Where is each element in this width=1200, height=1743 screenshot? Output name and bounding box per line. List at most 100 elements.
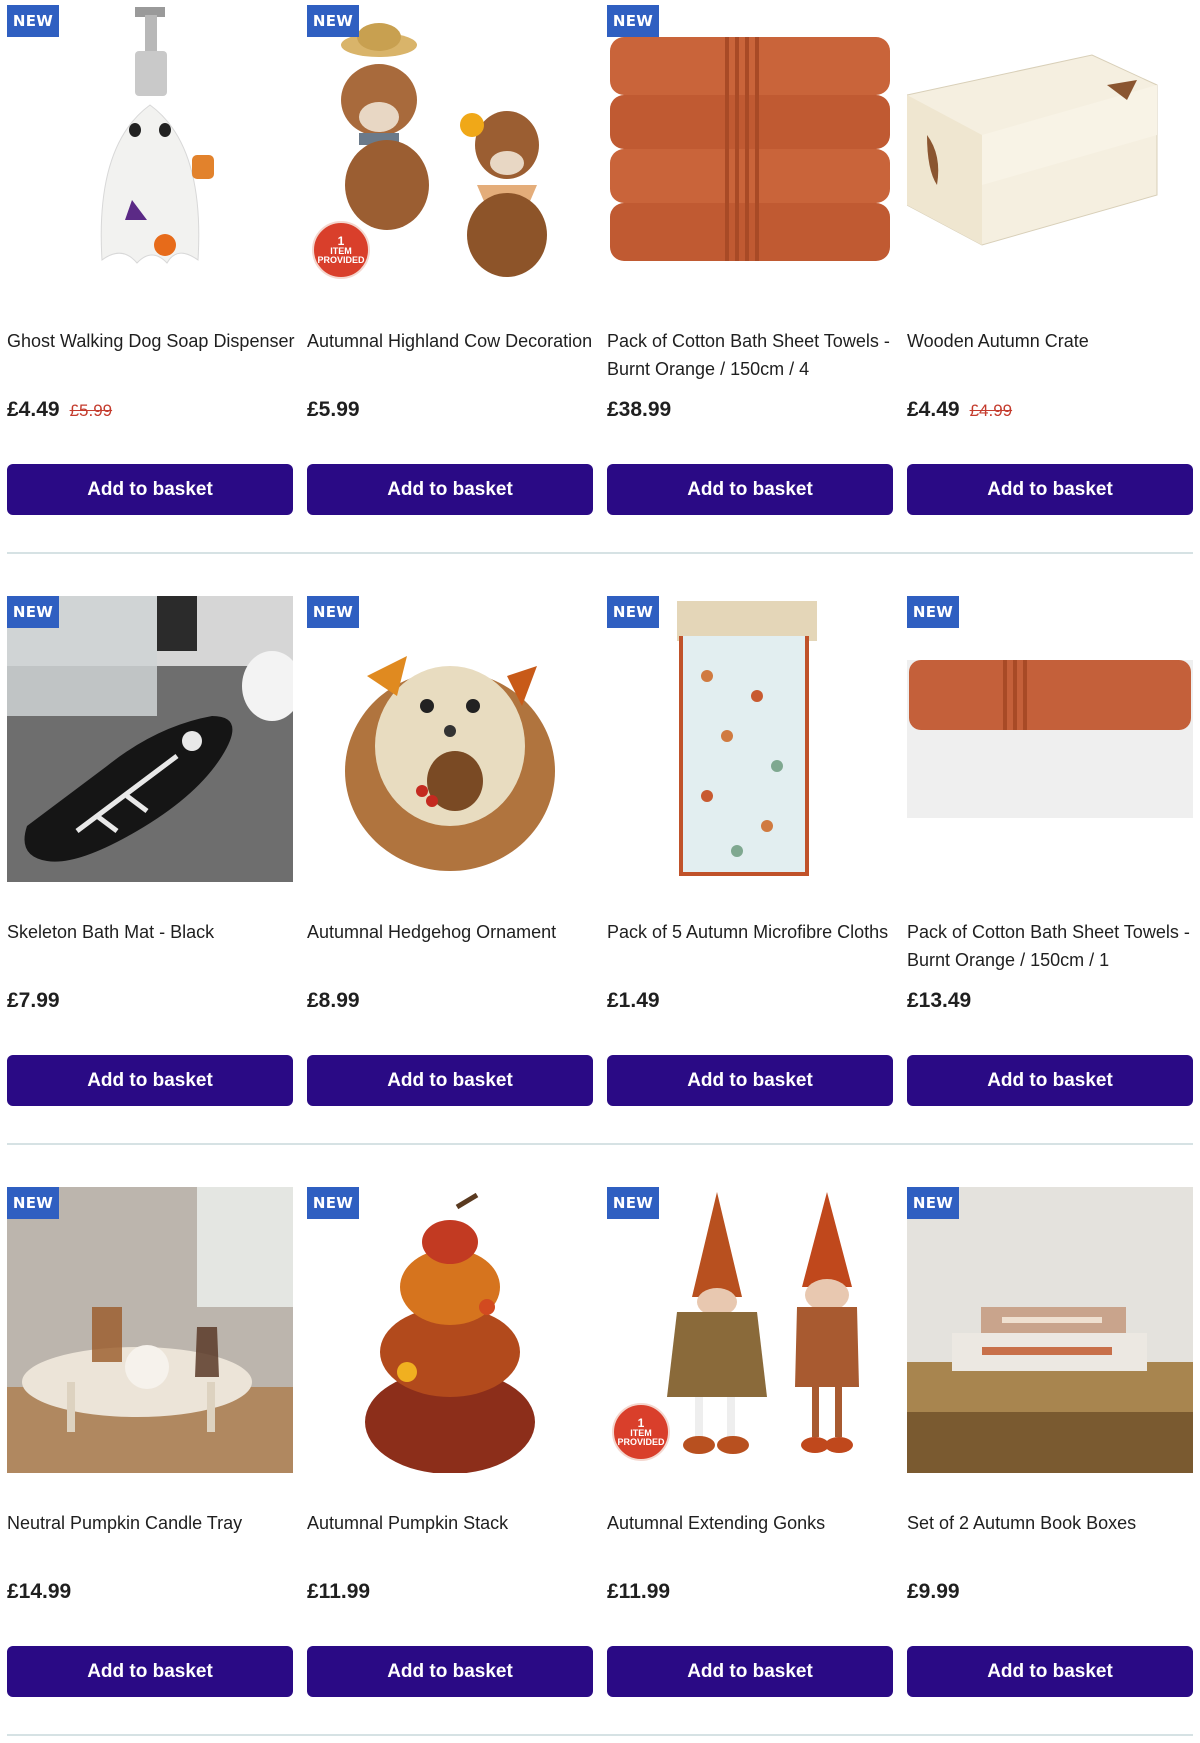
microfibre-cloths-icon <box>607 596 893 882</box>
price-line: £14.99 <box>7 1580 71 1606</box>
price-line: £8.99 <box>307 989 360 1015</box>
product-image[interactable]: NEW <box>607 596 893 882</box>
product-price: £9.99 <box>907 1580 960 1603</box>
new-badge: NEW <box>7 5 59 37</box>
product-image[interactable]: NEW 1 ITEM PROVIDED <box>307 5 593 291</box>
product-image[interactable]: NEW <box>7 1187 293 1473</box>
product-card[interactable]: NEW 1 ITEM PROVIDED Autumnal Extending Go… <box>607 1187 893 1707</box>
product-grid-page: NEW Ghost Walking Dog Soap Dispenser £4.… <box>0 0 1200 1743</box>
price-line: £4.49 £4.99 <box>907 398 1012 424</box>
pumpkin-stack-icon <box>307 1187 593 1473</box>
product-price: £11.99 <box>607 1580 671 1603</box>
product-title[interactable]: Skeleton Bath Mat - Black <box>7 918 297 946</box>
product-image[interactable] <box>907 5 1193 291</box>
product-price: £7.99 <box>7 989 60 1012</box>
product-card[interactable]: NEW Autumnal Pumpkin Stack £11.99 Add to… <box>307 1187 593 1707</box>
item-provided-badge: 1 ITEM PROVIDED <box>612 1403 670 1461</box>
product-price: £38.99 <box>607 398 672 421</box>
add-to-basket-button[interactable]: Add to basket <box>7 464 293 515</box>
product-image[interactable]: NEW 1 ITEM PROVIDED <box>607 1187 893 1473</box>
product-card[interactable]: NEW Set of 2 Autumn Book Boxes £9.99 Add… <box>907 1187 1193 1707</box>
product-price: £8.99 <box>307 989 360 1012</box>
product-price: £11.99 <box>307 1580 371 1603</box>
product-price: £1.49 <box>607 989 660 1012</box>
row-divider <box>7 1734 1193 1736</box>
add-to-basket-button[interactable]: Add to basket <box>907 464 1193 515</box>
product-row: NEW Neutral Pumpkin Candle Tray £14.99 A… <box>0 1182 1200 1743</box>
product-card[interactable]: NEW Pack of 5 Autumn Microfibre Cloths £… <box>607 596 893 1116</box>
product-card[interactable]: NEW 1 ITEM PROVIDED Autumnal Highland Cow… <box>307 5 593 525</box>
add-to-basket-button[interactable]: Add to basket <box>607 464 893 515</box>
candle-tray-icon <box>7 1187 293 1473</box>
product-title[interactable]: Neutral Pumpkin Candle Tray <box>7 1509 297 1537</box>
product-card[interactable]: NEW Pack of Cotton Bath Sheet Towels - B… <box>907 596 1193 1116</box>
product-image[interactable]: NEW <box>907 596 1193 882</box>
towel-stack-icon <box>607 5 893 291</box>
product-title[interactable]: Pack of Cotton Bath Sheet Towels - Burnt… <box>907 918 1197 974</box>
book-boxes-icon <box>907 1187 1193 1473</box>
product-image[interactable]: NEW <box>7 5 293 291</box>
add-to-basket-button[interactable]: Add to basket <box>907 1646 1193 1697</box>
product-card[interactable]: Wooden Autumn Crate £4.49 £4.99 Add to ba… <box>907 5 1193 525</box>
add-to-basket-button[interactable]: Add to basket <box>607 1646 893 1697</box>
product-row: NEW Ghost Walking Dog Soap Dispenser £4.… <box>0 0 1200 591</box>
product-card[interactable]: NEW Pack of Cotton Bath Sheet Towels - B… <box>607 5 893 525</box>
new-badge: NEW <box>907 596 959 628</box>
new-badge: NEW <box>7 1187 59 1219</box>
hedgehog-ornament-icon <box>307 596 593 882</box>
product-title[interactable]: Autumnal Extending Gonks <box>607 1509 897 1537</box>
product-title[interactable]: Wooden Autumn Crate <box>907 327 1197 355</box>
product-title[interactable]: Pack of Cotton Bath Sheet Towels - Burnt… <box>607 327 897 383</box>
add-to-basket-button[interactable]: Add to basket <box>307 464 593 515</box>
product-title[interactable]: Autumnal Hedgehog Ornament <box>307 918 597 946</box>
price-line: £1.49 <box>607 989 660 1015</box>
product-title[interactable]: Autumnal Pumpkin Stack <box>307 1509 597 1537</box>
item-provided-text: ITEM PROVIDED <box>317 246 365 265</box>
product-card[interactable]: NEW Neutral Pumpkin Candle Tray £14.99 A… <box>7 1187 293 1707</box>
new-badge: NEW <box>607 596 659 628</box>
price-line: £4.49 £5.99 <box>7 398 112 424</box>
product-image[interactable]: NEW <box>607 5 893 291</box>
price-line: £7.99 <box>7 989 60 1015</box>
product-card[interactable]: NEW Ghost Walking Dog Soap Dispenser £4.… <box>7 5 294 525</box>
price-line: £13.49 <box>907 989 971 1015</box>
was-price: £4.99 <box>969 401 1013 420</box>
item-provided-text: ITEM PROVIDED <box>617 1428 665 1447</box>
product-card[interactable]: NEW Skeleton Bath Mat - Black £7.99 Add … <box>7 596 293 1116</box>
new-badge: NEW <box>907 1187 959 1219</box>
price-line: £11.99 <box>607 1580 670 1606</box>
price-line: £5.99 <box>307 398 360 424</box>
new-badge: NEW <box>307 5 359 37</box>
product-price: £4.49 <box>907 398 960 421</box>
add-to-basket-button[interactable]: Add to basket <box>7 1055 293 1106</box>
product-title[interactable]: Ghost Walking Dog Soap Dispenser <box>7 327 297 355</box>
product-price: £5.99 <box>307 398 360 421</box>
ghost-soap-dispenser-icon <box>7 5 293 291</box>
product-title[interactable]: Set of 2 Autumn Book Boxes <box>907 1509 1197 1537</box>
product-card[interactable]: NEW Autumnal Hedgehog Ornament £8.99 Add… <box>307 596 593 1116</box>
product-image[interactable]: NEW <box>7 596 293 882</box>
add-to-basket-button[interactable]: Add to basket <box>607 1055 893 1106</box>
new-badge: NEW <box>307 596 359 628</box>
add-to-basket-button[interactable]: Add to basket <box>307 1646 593 1697</box>
new-badge: NEW <box>307 1187 359 1219</box>
row-divider <box>7 552 1193 554</box>
row-divider <box>7 1143 1193 1145</box>
new-badge: NEW <box>607 5 659 37</box>
add-to-basket-button[interactable]: Add to basket <box>907 1055 1193 1106</box>
price-line: £9.99 <box>907 1580 960 1606</box>
add-to-basket-button[interactable]: Add to basket <box>7 1646 293 1697</box>
new-badge: NEW <box>607 1187 659 1219</box>
product-image[interactable]: NEW <box>307 596 593 882</box>
add-to-basket-button[interactable]: Add to basket <box>307 1055 593 1106</box>
price-line: £38.99 <box>607 398 671 424</box>
was-price: £5.99 <box>69 401 113 420</box>
product-image[interactable]: NEW <box>307 1187 593 1473</box>
product-title[interactable]: Pack of 5 Autumn Microfibre Cloths <box>607 918 897 946</box>
product-image[interactable]: NEW <box>907 1187 1193 1473</box>
wooden-crate-icon <box>907 5 1193 291</box>
price-line: £11.99 <box>307 1580 370 1606</box>
skeleton-bath-mat-icon <box>7 596 293 882</box>
single-towel-icon <box>907 596 1193 882</box>
product-title[interactable]: Autumnal Highland Cow Decoration <box>307 327 597 355</box>
